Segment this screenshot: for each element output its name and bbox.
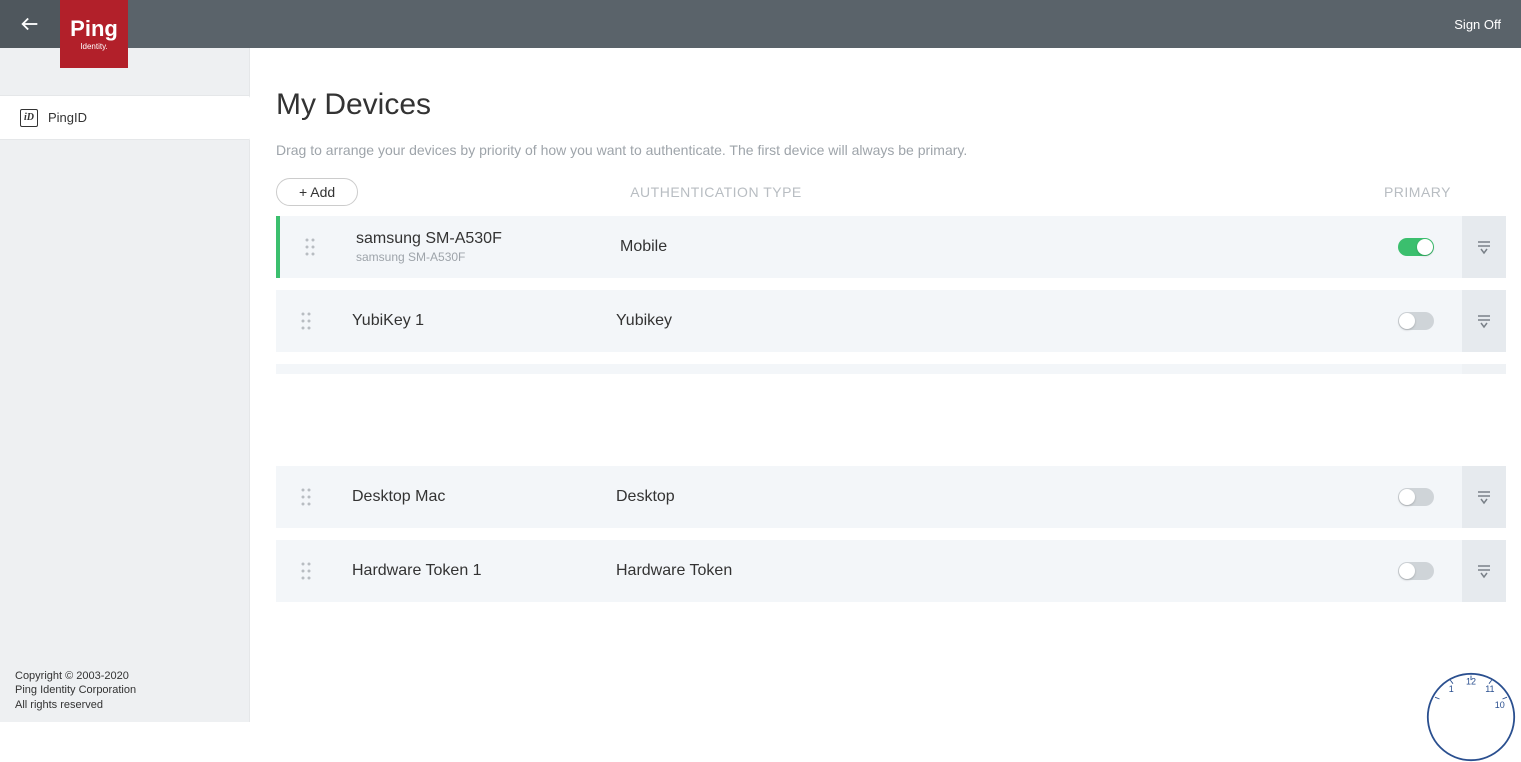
device-auth-type: Yubikey [616, 312, 1398, 330]
expand-icon [1476, 380, 1492, 396]
page-title: My Devices [276, 88, 1506, 122]
device-name: Desktop Mac [352, 488, 616, 506]
drag-icon [300, 311, 312, 331]
device-list: samsung SM-A530F samsung SM-A530F Mobile [276, 216, 1506, 602]
logo-sub-text: Identity. [80, 42, 107, 51]
expand-button[interactable] [1462, 364, 1506, 412]
logo-main-text: Ping [70, 18, 118, 40]
expand-button[interactable] [1462, 424, 1506, 454]
sidebar: iD PingID Copyright © 2003-2020 Ping Ide… [0, 48, 250, 722]
pingid-icon: iD [20, 109, 38, 127]
expand-icon [1476, 239, 1492, 255]
primary-toggle[interactable] [1398, 238, 1434, 256]
drag-icon [304, 237, 316, 257]
expand-button[interactable] [1462, 540, 1506, 602]
device-name: Hardware Token 1 [352, 562, 616, 580]
device-row[interactable]: samsung SM-A530F samsung SM-A530F Mobile [276, 216, 1506, 278]
device-name: YubiKey 1 [352, 312, 616, 330]
device-auth-type: Desktop [616, 488, 1398, 506]
drag-icon [300, 561, 312, 581]
drag-icon [300, 487, 312, 507]
device-row[interactable]: Desktop Mac Desktop [276, 466, 1506, 528]
device-subname: samsung SM-A530F [356, 250, 620, 264]
footer-line-2: Ping Identity Corporation [15, 683, 136, 697]
drag-handle[interactable] [280, 237, 340, 257]
ping-logo: Ping Identity. [60, 0, 128, 68]
expand-icon [1476, 313, 1492, 329]
primary-toggle[interactable] [1398, 312, 1434, 330]
arrow-left-icon [19, 13, 41, 35]
device-row[interactable]: Email 1 [276, 364, 1506, 412]
device-name: Email 1 [352, 379, 616, 397]
primary-toggle[interactable] [1398, 379, 1434, 397]
device-name: samsung SM-A530F [356, 230, 620, 248]
device-row[interactable]: Hardware Token 1 Hardware Token [276, 540, 1506, 602]
drag-handle[interactable] [276, 311, 336, 331]
expand-button[interactable] [1462, 466, 1506, 528]
sidebar-item-label: PingID [48, 110, 87, 125]
back-button[interactable] [0, 0, 60, 48]
expand-button[interactable] [1462, 290, 1506, 352]
device-auth-type: Mobile [620, 238, 1398, 256]
primary-toggle[interactable] [1398, 488, 1434, 506]
drag-handle[interactable] [276, 561, 336, 581]
device-row[interactable]: YubiKey 1 Yubikey [276, 290, 1506, 352]
drag-handle[interactable] [276, 378, 336, 398]
footer-line-1: Copyright © 2003-2020 [15, 669, 136, 683]
column-header-auth-type: AUTHENTICATION TYPE [630, 184, 802, 200]
drag-icon [300, 378, 312, 398]
expand-button[interactable] [1462, 216, 1506, 278]
add-device-button[interactable]: + Add [276, 178, 358, 206]
expand-icon [1476, 563, 1492, 579]
device-row[interactable] [276, 424, 1506, 454]
device-auth-type: Hardware Token [616, 562, 1398, 580]
footer-copyright: Copyright © 2003-2020 Ping Identity Corp… [15, 669, 136, 712]
sign-off-link[interactable]: Sign Off [1454, 17, 1501, 32]
primary-toggle[interactable] [1398, 562, 1434, 580]
sidebar-item-pingid[interactable]: iD PingID [0, 95, 249, 140]
page-description: Drag to arrange your devices by priority… [276, 142, 1506, 158]
column-header-primary: PRIMARY [1384, 184, 1451, 200]
footer-line-3: All rights reserved [15, 698, 136, 712]
drag-handle[interactable] [276, 487, 336, 507]
main-content: My Devices Drag to arrange your devices … [250, 48, 1521, 722]
expand-icon [1476, 489, 1492, 505]
